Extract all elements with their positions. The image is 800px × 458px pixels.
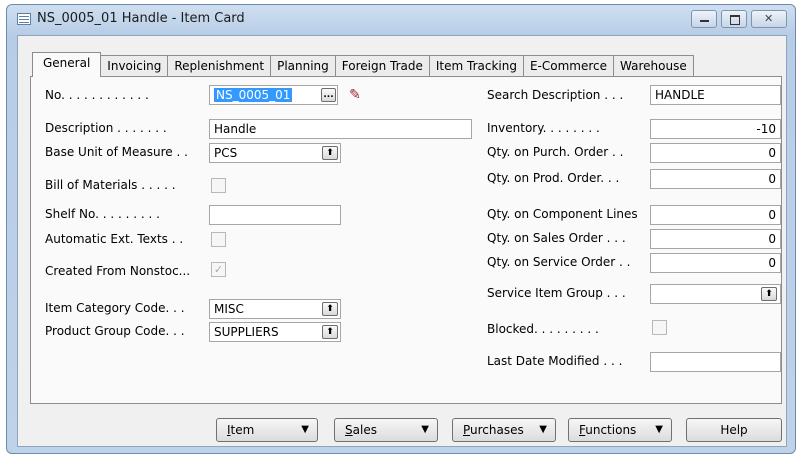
base-uom-label: Base Unit of Measure . . (45, 145, 188, 159)
no-value: NS_0005_01 (214, 88, 293, 102)
item-card-window: NS_0005_01 Handle - Item Card General In… (6, 4, 796, 454)
close-button[interactable] (751, 10, 787, 28)
chevron-down-icon: ▼ (539, 424, 547, 435)
sales-button-label: ales (352, 423, 377, 437)
created-from-nonstock-label: Created From Nonstoc... (45, 264, 191, 278)
item-button-label: tem (230, 423, 255, 437)
tab-general[interactable]: General (32, 52, 102, 77)
maximize-button[interactable] (721, 10, 747, 28)
qty-component-lines-field[interactable]: 0 (650, 205, 781, 225)
qty-prod-order-field[interactable]: 0 (650, 169, 781, 189)
qty-service-order-field[interactable]: 0 (650, 253, 781, 273)
base-uom-lookup-icon[interactable]: ⬆ (322, 146, 338, 160)
sales-button-hotkey: S (345, 423, 353, 437)
item-category-lookup-icon[interactable]: ⬆ (322, 302, 338, 316)
pencil-icon[interactable]: ✎ (346, 86, 364, 104)
service-item-group-label: Service Item Group . . . (487, 286, 626, 300)
qty-purch-order-label: Qty. on Purch. Order . . (487, 145, 624, 159)
qty-sales-order-field[interactable]: 0 (650, 229, 781, 249)
qty-component-lines-label: Qty. on Component Lines (487, 207, 638, 221)
tab-foreign-trade[interactable]: Foreign Trade (334, 55, 430, 77)
item-category-label: Item Category Code. . . (45, 301, 185, 315)
functions-button-label: unctions (585, 423, 637, 437)
search-description-field[interactable]: HANDLE (650, 85, 781, 105)
tab-item-tracking[interactable]: Item Tracking (428, 55, 524, 77)
purchases-menu-button[interactable]: Purchases ▼ (452, 418, 556, 442)
chevron-down-icon: ▼ (655, 424, 663, 435)
qty-sales-order-label: Qty. on Sales Order . . . (487, 231, 626, 245)
service-item-group-lookup-icon[interactable]: ⬆ (761, 287, 777, 301)
purchases-button-label: urchases (470, 423, 524, 437)
functions-menu-button[interactable]: Functions ▼ (568, 418, 672, 442)
qty-service-order-label: Qty. on Service Order . . (487, 255, 631, 269)
qty-prod-order-label: Qty. on Prod. Order. . . (487, 171, 620, 185)
tab-e-commerce[interactable]: E-Commerce (522, 55, 615, 77)
auto-ext-texts-checkbox[interactable] (211, 232, 226, 247)
tab-replenishment[interactable]: Replenishment (167, 55, 272, 77)
sales-menu-button[interactable]: Sales ▼ (334, 418, 438, 442)
qty-purch-order-field[interactable]: 0 (650, 143, 781, 163)
shelf-label: Shelf No. . . . . . . . . (45, 207, 160, 221)
item-card-icon (17, 13, 31, 25)
no-field[interactable]: NS_0005_01 (209, 85, 338, 105)
bom-label: Bill of Materials . . . . . (45, 178, 176, 192)
last-date-modified-field[interactable] (650, 352, 781, 372)
chevron-down-icon: ▼ (421, 424, 429, 435)
shelf-field[interactable] (209, 205, 341, 225)
chevron-down-icon: ▼ (301, 424, 309, 435)
purchases-button-hotkey: P (463, 423, 471, 437)
blocked-checkbox[interactable] (652, 320, 667, 335)
help-button[interactable]: Help (686, 418, 782, 442)
created-from-nonstock-checkbox[interactable]: ✓ (211, 262, 226, 277)
description-field[interactable]: Handle (209, 119, 472, 139)
title-bar: NS_0005_01 Handle - Item Card (7, 5, 795, 35)
blocked-label: Blocked. . . . . . . . . (487, 322, 599, 336)
tab-warehouse[interactable]: Warehouse (613, 55, 694, 77)
search-description-label: Search Description . . . (487, 88, 624, 102)
general-tab-panel: No. . . . . . . . . . . . NS_0005_01 ...… (30, 76, 782, 404)
window-title: NS_0005_01 Handle - Item Card (37, 11, 245, 26)
item-menu-button[interactable]: Item ▼ (216, 418, 318, 442)
inventory-field[interactable]: -10 (650, 119, 781, 139)
minimize-button[interactable] (691, 10, 717, 28)
inventory-label: Inventory. . . . . . . . (487, 121, 600, 135)
assist-edit-button[interactable]: ... (321, 88, 336, 102)
product-group-lookup-icon[interactable]: ⬆ (322, 325, 338, 339)
product-group-label: Product Group Code. . . (45, 324, 185, 338)
card-client-area: General Invoicing Replenishment Planning… (17, 35, 787, 447)
bom-checkbox[interactable] (211, 178, 226, 193)
no-label: No. . . . . . . . . . . . (45, 88, 149, 102)
description-label: Description . . . . . . . (45, 121, 167, 135)
tab-strip: General Invoicing Replenishment Planning… (32, 52, 694, 77)
auto-ext-texts-label: Automatic Ext. Texts . . (45, 232, 184, 246)
last-date-modified-label: Last Date Modified . . . (487, 354, 623, 368)
tab-invoicing[interactable]: Invoicing (100, 55, 169, 77)
tab-planning[interactable]: Planning (270, 55, 336, 77)
